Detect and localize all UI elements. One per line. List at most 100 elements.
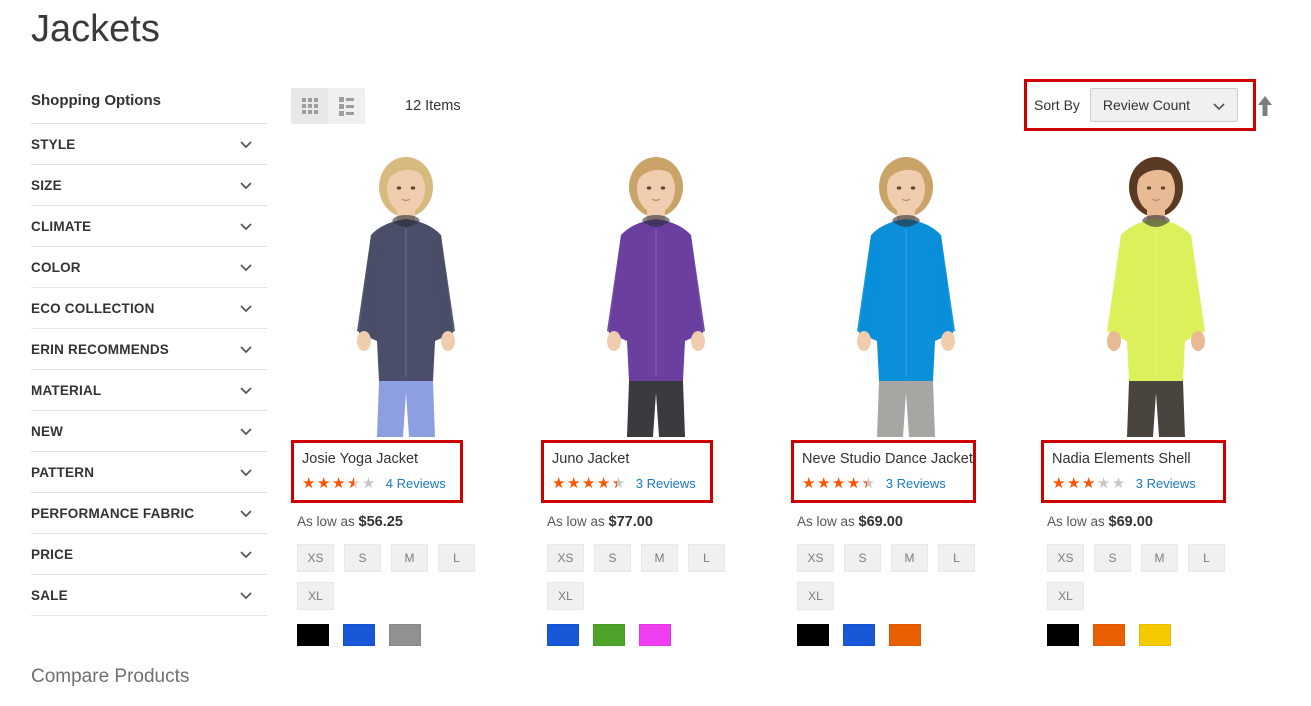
chevron-down-icon <box>238 341 254 357</box>
filter-item-erin-recommends[interactable]: ERIN RECOMMENDS <box>31 329 267 370</box>
size-swatch-l[interactable]: L <box>938 544 975 572</box>
grid-view-button[interactable] <box>291 88 328 124</box>
color-swatch-magenta[interactable] <box>639 624 671 646</box>
filter-item-eco-collection[interactable]: ECO COLLECTION <box>31 288 267 329</box>
size-swatch-list: XS S M L XL <box>541 544 741 610</box>
chevron-down-icon <box>238 505 254 521</box>
color-swatch-blue[interactable] <box>843 624 875 646</box>
color-swatch-blue[interactable] <box>547 624 579 646</box>
star-rating: ★★★★★★★★★★ <box>1052 474 1127 492</box>
product-grid: Josie Yoga Jacket ★★★★★★★★★★ 4 Reviews As l… <box>291 145 1291 646</box>
size-swatch-l[interactable]: L <box>438 544 475 572</box>
price-amount: $56.25 <box>358 514 403 530</box>
star-rating: ★★★★★★★★★★ <box>302 474 377 492</box>
filter-item-size[interactable]: SIZE <box>31 165 267 206</box>
price-prefix: As low as <box>1047 514 1105 529</box>
color-swatch-blue[interactable] <box>343 624 375 646</box>
size-swatch-m[interactable]: M <box>891 544 928 572</box>
compare-products-heading: Compare Products <box>31 666 190 687</box>
color-swatch-black[interactable] <box>1047 624 1079 646</box>
filter-item-color[interactable]: COLOR <box>31 247 267 288</box>
product-image[interactable] <box>291 145 521 437</box>
price-amount: $69.00 <box>1108 514 1153 530</box>
product-info-highlight: Nadia Elements Shell ★★★★★★★★★★ 3 Reviews <box>1041 440 1226 503</box>
size-swatch-xs[interactable]: XS <box>797 544 834 572</box>
chevron-down-icon <box>238 587 254 603</box>
size-swatch-m[interactable]: M <box>391 544 428 572</box>
size-swatch-xs[interactable]: XS <box>1047 544 1084 572</box>
size-swatch-label: M <box>404 551 415 565</box>
size-swatch-s[interactable]: S <box>594 544 631 572</box>
price-row: As low as $69.00 <box>1041 514 1291 530</box>
size-swatch-label: XS <box>807 551 824 565</box>
color-swatch-green[interactable] <box>593 624 625 646</box>
size-swatch-label: L <box>1203 551 1210 565</box>
product-name-link[interactable]: Nadia Elements Shell <box>1052 451 1191 467</box>
filter-item-price[interactable]: PRICE <box>31 534 267 575</box>
rating-row: ★★★★★★★★★★ 3 Reviews <box>552 475 702 491</box>
filter-label: MATERIAL <box>31 382 102 398</box>
sort-by-select[interactable]: Review Count <box>1089 88 1238 122</box>
price-row: As low as $69.00 <box>791 514 1041 530</box>
filter-item-performance-fabric[interactable]: PERFORMANCE FABRIC <box>31 493 267 534</box>
color-swatch-orange[interactable] <box>889 624 921 646</box>
filter-label: STYLE <box>31 136 76 152</box>
rating-row: ★★★★★★★★★★ 3 Reviews <box>802 475 965 491</box>
sort-by-selected-value: Review Count <box>1102 97 1191 113</box>
size-swatch-label: S <box>1108 551 1117 565</box>
reviews-link[interactable]: 3 Reviews <box>636 476 696 491</box>
size-swatch-xl[interactable]: XL <box>1047 582 1084 610</box>
size-swatch-s[interactable]: S <box>844 544 881 572</box>
product-name-link[interactable]: Neve Studio Dance Jacket <box>802 451 973 467</box>
size-swatch-label: XL <box>1058 589 1073 603</box>
filter-item-new[interactable]: NEW <box>31 411 267 452</box>
color-swatch-list <box>1041 624 1291 646</box>
reviews-link[interactable]: 3 Reviews <box>1136 476 1196 491</box>
grid-view-icon <box>301 98 318 114</box>
filter-item-climate[interactable]: CLIMATE <box>31 206 267 247</box>
filter-label: PERFORMANCE FABRIC <box>31 505 195 521</box>
size-swatch-l[interactable]: L <box>1188 544 1225 572</box>
color-swatch-list <box>541 624 791 646</box>
size-swatch-s[interactable]: S <box>344 544 381 572</box>
product-image[interactable] <box>791 145 1021 437</box>
rating-row: ★★★★★★★★★★ 3 Reviews <box>1052 475 1215 491</box>
product-image[interactable] <box>1041 145 1271 437</box>
size-swatch-l[interactable]: L <box>688 544 725 572</box>
color-swatch-black[interactable] <box>297 624 329 646</box>
color-swatch-gray[interactable] <box>389 624 421 646</box>
sort-by-control: Sort By Review Count <box>1024 79 1256 131</box>
sort-ascending-arrow-icon[interactable] <box>1256 94 1274 118</box>
size-swatch-xl[interactable]: XL <box>547 582 584 610</box>
color-swatch-black[interactable] <box>797 624 829 646</box>
product-name-link[interactable]: Juno Jacket <box>552 451 629 467</box>
reviews-link[interactable]: 4 Reviews <box>386 476 446 491</box>
filter-item-sale[interactable]: SALE <box>31 575 267 616</box>
size-swatch-m[interactable]: M <box>1141 544 1178 572</box>
page-title: Jackets <box>31 8 160 50</box>
size-swatch-label: XL <box>558 589 573 603</box>
product-listing-page: Jackets Shopping Options STYLE SIZE CLIMAT… <box>0 0 1311 706</box>
color-swatch-orange[interactable] <box>1093 624 1125 646</box>
list-view-button[interactable] <box>328 88 365 124</box>
size-swatch-m[interactable]: M <box>641 544 678 572</box>
product-image[interactable] <box>541 145 771 437</box>
product-name-link[interactable]: Josie Yoga Jacket <box>302 451 418 467</box>
color-swatch-yellow[interactable] <box>1139 624 1171 646</box>
size-swatch-xs[interactable]: XS <box>297 544 334 572</box>
list-view-icon <box>339 96 354 116</box>
size-swatch-xl[interactable]: XL <box>297 582 334 610</box>
chevron-down-icon <box>238 218 254 234</box>
filter-item-material[interactable]: MATERIAL <box>31 370 267 411</box>
product-info-highlight: Juno Jacket ★★★★★★★★★★ 3 Reviews <box>541 440 713 503</box>
filter-item-pattern[interactable]: PATTERN <box>31 452 267 493</box>
size-swatch-xl[interactable]: XL <box>797 582 834 610</box>
filter-item-style[interactable]: STYLE <box>31 124 267 165</box>
price-amount: $77.00 <box>608 514 653 530</box>
size-swatch-xs[interactable]: XS <box>547 544 584 572</box>
filter-list: STYLE SIZE CLIMATE COLOR ECO COLLECTION ERIN … <box>31 123 267 616</box>
size-swatch-s[interactable]: S <box>1094 544 1131 572</box>
color-swatch-list <box>791 624 1041 646</box>
size-swatch-list: XS S M L XL <box>1041 544 1241 610</box>
reviews-link[interactable]: 3 Reviews <box>886 476 946 491</box>
